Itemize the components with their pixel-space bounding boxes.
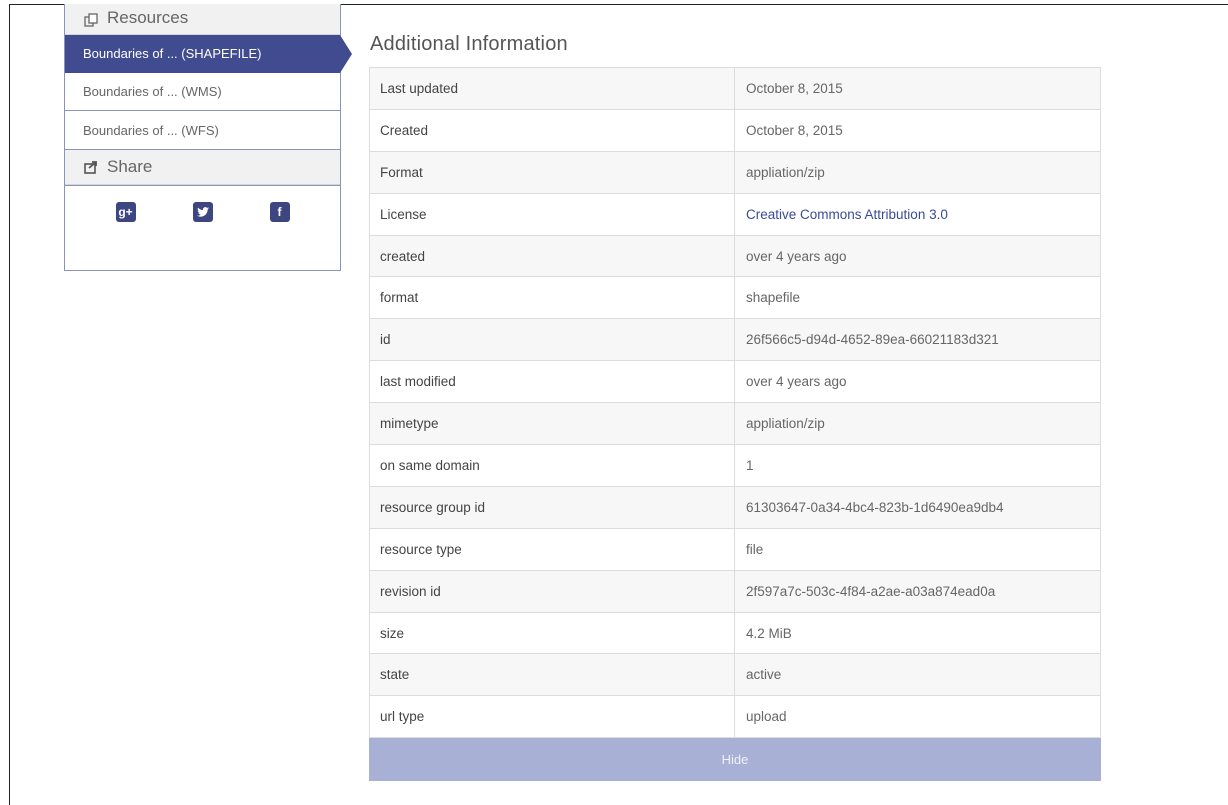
table-row: last modified over 4 years ago [369, 360, 1101, 404]
resources-heading: Resources [65, 4, 340, 35]
row-value: 61303647-0a34-4bc4-823b-1d6490ea9db4 [734, 485, 1101, 529]
table-row: on same domain 1 [369, 444, 1101, 487]
google-plus-icon[interactable]: g+ [115, 201, 136, 222]
row-key: Format [369, 150, 735, 194]
table-row: Format appliation/zip [369, 150, 1101, 194]
additional-info-table: Last updated October 8, 2015 Created Octobe… [369, 67, 1101, 739]
row-value: October 8, 2015 [734, 108, 1101, 152]
row-key: License [369, 192, 735, 236]
sidebar-item-label: Boundaries of ... (WFS) [83, 122, 219, 138]
row-value: over 4 years ago [734, 234, 1101, 278]
sidebar-item-label: Boundaries of ... (WMS) [83, 84, 222, 99]
table-row: size 4.2 MiB [369, 611, 1101, 655]
license-link[interactable]: Creative Commons Attribution 3.0 [746, 207, 948, 222]
table-row: mimetype appliation/zip [369, 402, 1101, 446]
sidebar-item-shapefile[interactable]: Boundaries of ... (SHAPEFILE) [65, 35, 352, 73]
row-key: resource type [369, 527, 735, 571]
social-links: g+ f [65, 185, 340, 245]
table-row: resource group id 61303647-0a34-4bc4-823b… [369, 485, 1101, 529]
table-row: revision id 2f597a7c-503c-4f84-a2ae-a03a8… [369, 569, 1101, 613]
resources-heading-label: Resources [107, 8, 189, 27]
row-value: appliation/zip [734, 402, 1101, 446]
table-row: License Creative Commons Attribution 3.0 [369, 192, 1101, 236]
row-key: last modified [369, 360, 735, 404]
page-title: Additional Information [370, 33, 568, 55]
row-key: id [369, 318, 735, 362]
row-value: 1 [734, 444, 1101, 487]
additional-info-body: Last updated October 8, 2015 Created Octobe… [369, 67, 1101, 739]
row-value: shapefile [734, 276, 1101, 320]
row-key: state [369, 653, 735, 697]
row-value: 26f566c5-d94d-4652-89ea-66021183d321 [734, 318, 1101, 362]
row-key: Last updated [369, 67, 735, 110]
row-value: file [734, 527, 1101, 571]
row-key: format [369, 276, 735, 320]
row-key: Created [369, 108, 735, 152]
table-row: Last updated October 8, 2015 [369, 67, 1101, 110]
sidebar: Resources Boundaries of ... (SHAPEFILE) … [64, 4, 352, 271]
row-key: url type [369, 695, 735, 739]
row-key: created [369, 234, 735, 278]
row-value: upload [734, 695, 1101, 739]
main-content: Additional Information Last updated Octob… [369, 30, 1102, 782]
hide-button[interactable]: Hide [369, 738, 1101, 782]
table-row: resource type file [369, 527, 1101, 571]
facebook-glyph: f [277, 204, 282, 219]
google-plus-glyph: g+ [118, 204, 133, 219]
table-row: id 26f566c5-d94d-4652-89ea-66021183d321 [369, 318, 1101, 362]
row-key: revision id [369, 569, 735, 613]
table-row: Created October 8, 2015 [369, 108, 1101, 152]
row-key: mimetype [369, 402, 735, 446]
resources-icon [83, 12, 99, 28]
table-row: format shapefile [369, 276, 1101, 320]
table-row: url type upload [369, 695, 1101, 739]
row-value: 4.2 MiB [734, 611, 1101, 655]
twitter-icon[interactable] [192, 201, 213, 222]
row-value: appliation/zip [734, 150, 1101, 194]
twitter-bird-shape [196, 206, 209, 217]
row-value: active [734, 653, 1101, 697]
share-heading: Share [65, 149, 340, 185]
share-icon [83, 159, 99, 175]
row-key: on same domain [369, 444, 735, 487]
row-value: 2f597a7c-503c-4f84-a2ae-a03a874ead0a [734, 569, 1101, 613]
row-key: size [369, 611, 735, 655]
share-heading-label: Share [107, 157, 153, 176]
sidebar-item-wms[interactable]: Boundaries of ... (WMS) [65, 73, 340, 111]
row-value: October 8, 2015 [734, 67, 1101, 110]
row-value-cell: Creative Commons Attribution 3.0 [734, 192, 1101, 236]
row-key: resource group id [369, 485, 735, 529]
facebook-icon[interactable]: f [269, 201, 290, 222]
row-value: over 4 years ago [734, 360, 1101, 404]
sidebar-item-wfs[interactable]: Boundaries of ... (WFS) [65, 111, 340, 149]
table-row: state active [369, 653, 1101, 697]
sidebar-item-label: Boundaries of ... (SHAPEFILE) [83, 46, 262, 61]
table-row: created over 4 years ago [369, 234, 1101, 278]
